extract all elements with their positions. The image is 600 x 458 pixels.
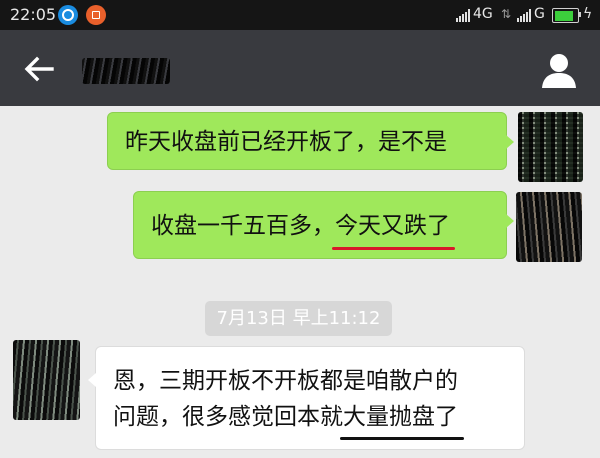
contact-avatar[interactable] xyxy=(13,340,80,420)
battery-icon xyxy=(552,8,579,23)
orange-app-icon xyxy=(86,5,106,25)
arrow-left-icon[interactable] xyxy=(22,52,56,86)
network-type-primary: 4G xyxy=(473,6,493,22)
message-text-line2: 问题，很多感觉回本就大量抛盘了 xyxy=(113,402,507,440)
contact-name[interactable] xyxy=(82,58,170,84)
battery-level xyxy=(554,10,574,21)
qq-browser-icon xyxy=(58,5,78,25)
message-text: 昨天收盘前已经开板了，是不是 xyxy=(125,129,447,155)
battery-cap xyxy=(579,12,581,17)
my-avatar[interactable] xyxy=(516,192,582,262)
message-outgoing[interactable]: 昨天收盘前已经开板了，是不是 xyxy=(107,112,514,170)
message-outgoing[interactable]: 收盘一千五百多，今天又跌了 xyxy=(133,191,514,259)
charging-icon: ϟ xyxy=(583,6,593,22)
network-type-secondary: G xyxy=(534,6,545,22)
my-avatar[interactable] xyxy=(518,112,583,182)
message-text: 问题，很多感觉回本就 xyxy=(113,404,343,430)
underlined-text-red: 今天又跌了 xyxy=(332,213,455,250)
underlined-text-black: 大量抛盘了 xyxy=(340,404,464,440)
signal-icon xyxy=(456,9,470,22)
status-time: 22:05 xyxy=(10,5,57,24)
message-text-line1: 恩，三期开板不开板都是咱散户的 xyxy=(113,368,458,394)
status-bar: 22:05 4G ⇅ G ϟ xyxy=(0,0,600,30)
chat-header xyxy=(0,30,600,106)
signal-icon xyxy=(517,9,531,22)
message-timestamp: 7月13日 早上11:12 xyxy=(205,301,392,336)
person-icon[interactable] xyxy=(539,50,579,90)
message-text: 收盘一千五百多， xyxy=(151,213,335,239)
data-arrows-icon: ⇅ xyxy=(501,7,512,21)
message-incoming[interactable]: 恩，三期开板不开板都是咱散户的 问题，很多感觉回本就大量抛盘了 xyxy=(88,346,525,450)
